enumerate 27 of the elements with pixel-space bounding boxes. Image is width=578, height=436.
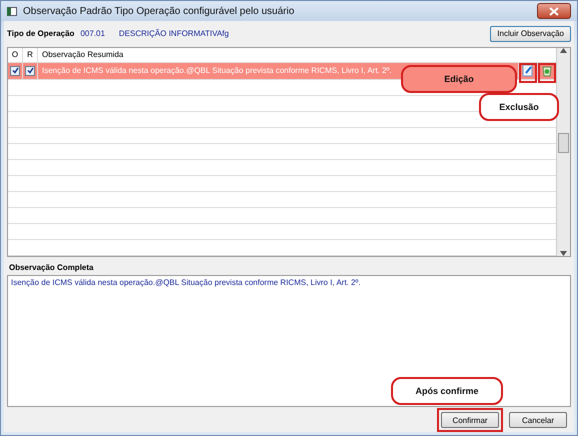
checkbox[interactable] <box>25 66 35 76</box>
scroll-down-icon[interactable] <box>560 251 567 256</box>
window-icon <box>7 6 17 16</box>
dialog-button[interactable]: Confirmar <box>441 412 499 428</box>
operation-code: 007.01 <box>80 29 105 38</box>
checkbox[interactable] <box>10 66 20 76</box>
observation-summary: Isenção de ICMS válida nesta operação.@QBL Situação prevista conforme RICMS, Livro I, Art. 2º. <box>41 66 393 76</box>
close-icon <box>549 6 559 16</box>
include-observation-button[interactable]: Incluir Observação <box>490 26 571 42</box>
window-title: Observação Padrão Tipo Operação configurável pelo usuário <box>23 6 296 16</box>
highlight-frame <box>538 63 556 83</box>
dialog-button[interactable]: Cancelar <box>509 412 567 428</box>
operation-description: DESCRIÇÃO INFORMATIVAfg <box>118 29 230 38</box>
callout-text: Após confirme <box>415 386 478 396</box>
column-header: Observação Resumida <box>41 50 124 60</box>
edit-icon[interactable] <box>522 64 534 78</box>
highlight-frame <box>519 63 537 83</box>
section-label: Observação Completa <box>8 262 94 274</box>
scroll-thumb[interactable] <box>558 132 569 153</box>
vertical-scrollbar[interactable] <box>556 48 570 256</box>
scroll-up-icon[interactable] <box>560 48 567 53</box>
column-header: R <box>23 48 38 62</box>
operation-label: Tipo de Operação <box>7 29 74 38</box>
observation-full-text: Isenção de ICMS válida nesta operação.@QBL Situação prevista conforme RICMS, Livro I, Art. 2º. <box>11 278 361 288</box>
close-button[interactable] <box>537 3 571 19</box>
column-header: O <box>8 48 23 62</box>
callout-text: Exclusão <box>499 102 539 112</box>
